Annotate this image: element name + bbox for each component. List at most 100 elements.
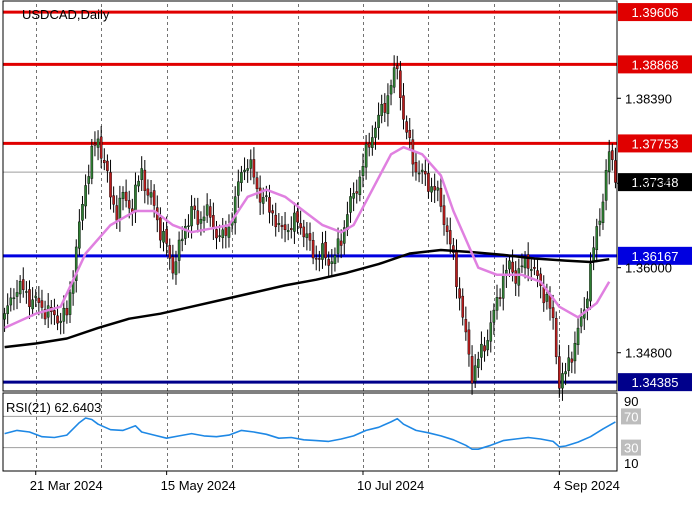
candle-up bbox=[240, 172, 243, 183]
candle-down bbox=[442, 205, 446, 225]
candle-up bbox=[330, 261, 334, 264]
candle-up bbox=[140, 168, 143, 180]
candle-up bbox=[249, 159, 253, 169]
candle-up bbox=[598, 220, 602, 225]
candle-up bbox=[149, 192, 153, 198]
candle-down bbox=[405, 121, 408, 133]
x-tick-label: 10 Jul 2024 bbox=[357, 478, 424, 493]
candle-down bbox=[324, 242, 327, 259]
candle-down bbox=[536, 270, 539, 276]
candle-up bbox=[420, 169, 424, 172]
candle-up bbox=[25, 291, 28, 293]
candle-up bbox=[177, 239, 181, 261]
candle-down bbox=[318, 258, 321, 260]
chart-window[interactable]: 1.39606 1.38868 1.37753 1.36167 1.34385 1.373… bbox=[0, 0, 700, 500]
rsi-tick-label: 30 bbox=[624, 441, 638, 456]
candle-down bbox=[255, 177, 259, 190]
candle-up bbox=[361, 166, 365, 176]
candle-down bbox=[224, 227, 228, 236]
x-tick-label: 4 Sep 2024 bbox=[553, 478, 620, 493]
candle-down bbox=[408, 130, 412, 138]
candle-down bbox=[439, 187, 443, 207]
candle-up bbox=[336, 238, 340, 254]
candle-down bbox=[274, 214, 278, 228]
candle-up bbox=[333, 255, 337, 264]
candle-up bbox=[246, 168, 249, 171]
candle-down bbox=[21, 279, 25, 290]
symbol-label: USDCAD,Daily bbox=[22, 7, 110, 22]
candle-down bbox=[280, 225, 284, 227]
candle-up bbox=[227, 226, 231, 238]
candle-down bbox=[542, 287, 546, 304]
price-chart[interactable]: 1.396061.388681.377531.361671.343851.373… bbox=[0, 0, 700, 500]
candle-down bbox=[461, 295, 465, 318]
candle-up bbox=[595, 226, 599, 251]
candle-down bbox=[470, 356, 474, 384]
candle-up bbox=[321, 243, 324, 260]
chart-background bbox=[0, 0, 700, 500]
candle-down bbox=[570, 358, 574, 363]
candle-down bbox=[399, 70, 402, 98]
candle-down bbox=[554, 317, 558, 357]
candle-up bbox=[492, 309, 496, 323]
candle-up bbox=[84, 185, 87, 207]
candle-down bbox=[109, 172, 112, 198]
candle-down bbox=[215, 229, 218, 239]
candle-up bbox=[573, 342, 577, 362]
candle-down bbox=[455, 250, 458, 287]
candle-down bbox=[483, 345, 486, 352]
candle-up bbox=[221, 229, 225, 238]
candle-up bbox=[96, 138, 100, 148]
candle-up bbox=[576, 327, 580, 346]
candle-down bbox=[271, 210, 274, 214]
candle-up bbox=[137, 180, 140, 187]
candle-up bbox=[579, 316, 583, 327]
x-tick-label: 21 Mar 2024 bbox=[30, 478, 103, 493]
candle-down bbox=[551, 307, 555, 318]
candle-down bbox=[289, 228, 293, 230]
candle-down bbox=[383, 103, 387, 113]
candle-down bbox=[283, 224, 287, 231]
candle-down bbox=[143, 169, 147, 191]
candle-down bbox=[424, 171, 427, 175]
candle-up bbox=[349, 196, 352, 213]
candle-up bbox=[589, 263, 592, 302]
candle-down bbox=[252, 159, 256, 178]
candle-down bbox=[308, 233, 312, 241]
candle-up bbox=[118, 197, 122, 220]
candle-down bbox=[395, 65, 399, 69]
candle-down bbox=[106, 160, 109, 171]
candle-up bbox=[567, 357, 570, 371]
candle-up bbox=[436, 187, 440, 191]
candle-up bbox=[380, 104, 383, 116]
candle-up bbox=[9, 297, 13, 306]
candle-up bbox=[199, 218, 203, 224]
candle-down bbox=[168, 245, 172, 259]
candle-down bbox=[414, 162, 418, 173]
candle-down bbox=[112, 195, 115, 205]
candle-down bbox=[367, 143, 371, 148]
candle-down bbox=[433, 186, 436, 191]
candle-up bbox=[121, 192, 125, 199]
candle-up bbox=[31, 299, 34, 310]
candle-up bbox=[480, 343, 483, 358]
candle-up bbox=[430, 186, 433, 193]
candle-up bbox=[305, 233, 309, 238]
candle-down bbox=[498, 297, 502, 299]
candle-up bbox=[529, 269, 533, 271]
candle-down bbox=[614, 160, 617, 183]
candle-down bbox=[40, 300, 44, 308]
y-tick-label: 1.36000 bbox=[625, 261, 672, 276]
candle-up bbox=[87, 176, 91, 184]
candle-up bbox=[15, 292, 19, 297]
candle-down bbox=[302, 226, 306, 238]
candle-up bbox=[286, 230, 290, 233]
candle-up bbox=[392, 67, 396, 88]
candle-down bbox=[165, 229, 168, 244]
candle-down bbox=[152, 190, 156, 206]
candle-up bbox=[243, 169, 246, 172]
candle-down bbox=[355, 191, 359, 194]
candle-down bbox=[208, 206, 212, 218]
candle-up bbox=[601, 201, 605, 224]
candle-up bbox=[90, 145, 94, 179]
